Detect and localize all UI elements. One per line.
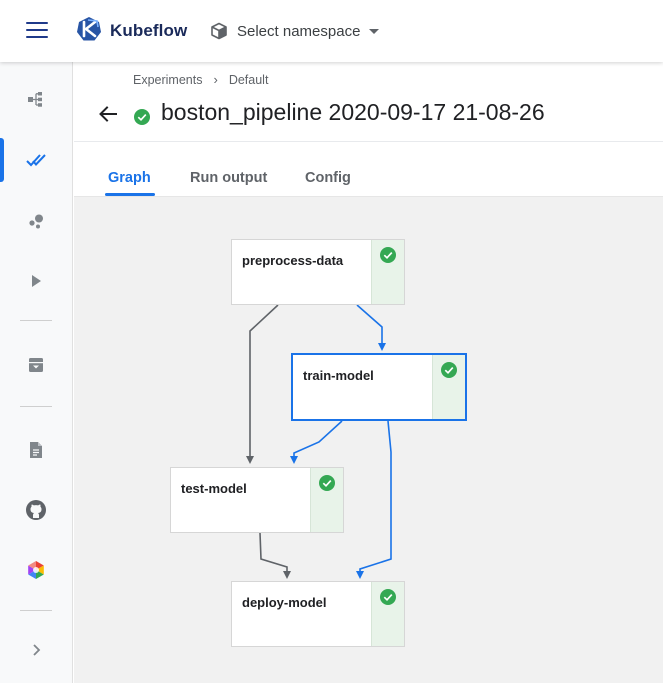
sidebar-item-pipelines[interactable] xyxy=(0,77,72,121)
breadcrumb-experiments[interactable]: Experiments xyxy=(133,73,202,87)
node-label: deploy-model xyxy=(242,595,327,610)
breadcrumb-default[interactable]: Default xyxy=(229,73,269,87)
chevron-down-icon xyxy=(369,28,380,34)
ai-platform-icon xyxy=(28,561,44,579)
success-check-icon xyxy=(380,247,396,263)
node-label: train-model xyxy=(303,368,374,383)
experiments-icon xyxy=(26,154,46,167)
nav-divider xyxy=(20,320,52,321)
sidebar-item-github[interactable] xyxy=(0,488,72,532)
tab-config[interactable]: Config xyxy=(305,170,351,186)
documentation-icon xyxy=(30,442,42,458)
main-content: Experiments › Default boston_pipeline 20… xyxy=(74,62,663,683)
sidebar-item-archive[interactable] xyxy=(0,343,72,387)
pipeline-graph: preprocess-data train-model test-model d… xyxy=(74,196,663,683)
success-check-icon xyxy=(134,109,150,125)
success-check-icon xyxy=(380,589,396,605)
kubeflow-logo-icon xyxy=(77,17,101,41)
sidebar-item-documentation[interactable] xyxy=(0,428,72,472)
node-preprocess-data[interactable]: preprocess-data xyxy=(231,239,405,305)
menu-icon[interactable] xyxy=(26,20,50,40)
tab-graph[interactable]: Graph xyxy=(108,170,151,186)
nav-divider xyxy=(20,406,52,407)
edge-train-to-test xyxy=(290,420,343,464)
sidebar-collapse-toggle[interactable] xyxy=(0,628,72,672)
edge-test-to-deploy xyxy=(259,532,291,579)
namespace-select[interactable]: Select namespace xyxy=(210,18,380,44)
page-title: boston_pipeline 2020-09-17 21-08-26 xyxy=(161,99,545,125)
edge-preprocess-to-test xyxy=(246,304,279,464)
artifacts-icon xyxy=(29,214,43,229)
archive-icon xyxy=(29,358,43,372)
node-test-model[interactable]: test-model xyxy=(170,467,344,533)
node-label: preprocess-data xyxy=(242,253,344,268)
github-icon xyxy=(26,500,46,520)
success-check-icon xyxy=(441,362,457,378)
back-arrow-icon[interactable] xyxy=(96,102,120,126)
executions-icon xyxy=(32,275,41,287)
breadcrumb-separator: › xyxy=(213,72,218,87)
edge-train-to-deploy xyxy=(356,420,392,579)
tab-bar: Graph Run output Config xyxy=(74,141,663,196)
node-deploy-model[interactable]: deploy-model xyxy=(231,581,405,647)
node-label: test-model xyxy=(181,481,247,496)
breadcrumb: Experiments › Default xyxy=(133,72,268,87)
chevron-right-icon xyxy=(33,644,41,656)
edge-preprocess-to-train xyxy=(356,304,386,351)
side-nav xyxy=(0,62,73,683)
sidebar-item-ai-platform[interactable] xyxy=(0,548,72,592)
sidebar-item-executions[interactable] xyxy=(0,259,72,303)
brand-name: Kubeflow xyxy=(110,21,188,40)
nav-divider xyxy=(20,610,52,611)
namespace-cube-icon xyxy=(211,22,227,40)
sidebar-item-artifacts[interactable] xyxy=(0,199,72,243)
success-check-icon xyxy=(319,475,335,491)
top-bar: Kubeflow Select namespace xyxy=(0,0,663,62)
pipelines-icon xyxy=(28,92,42,107)
sidebar-item-experiments[interactable] xyxy=(0,138,72,182)
tab-run-output[interactable]: Run output xyxy=(190,170,267,186)
namespace-label: Select namespace xyxy=(237,22,361,40)
node-train-model[interactable]: train-model xyxy=(291,353,467,421)
